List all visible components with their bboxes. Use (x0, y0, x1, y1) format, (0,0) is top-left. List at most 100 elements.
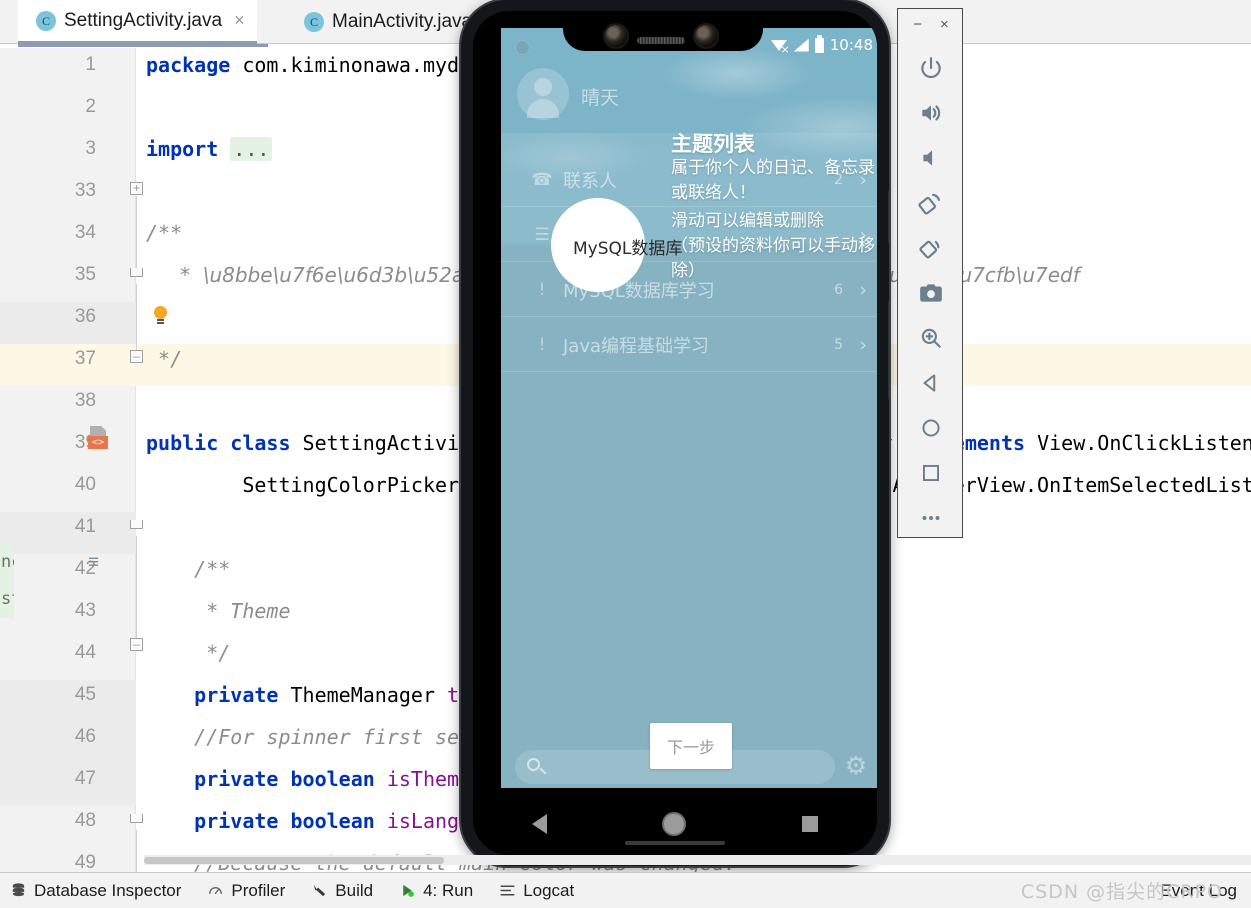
emulator-toolbar[interactable]: − × (897, 8, 963, 538)
fold-collapse-icon[interactable] (130, 520, 143, 529)
status-item-profiler[interactable]: Profiler (207, 881, 285, 901)
minimize-icon[interactable]: − (913, 16, 922, 33)
power-icon[interactable] (898, 45, 964, 90)
editor-horizontal-scrollbar[interactable] (144, 855, 1251, 865)
rotate-left-icon[interactable] (898, 180, 964, 225)
fold-expand-icon[interactable]: + (130, 182, 143, 195)
status-item-label: Database Inspector (34, 880, 182, 900)
back-icon[interactable] (898, 360, 964, 405)
line-number: 36 (74, 306, 96, 327)
tutorial-line-2: 滑动可以编辑或删除 (671, 211, 824, 231)
front-camera-punch (515, 40, 530, 55)
rotate-right-icon[interactable] (898, 225, 964, 270)
drawer-item-java[interactable]: ! Java编程基础学习 5 › (501, 318, 877, 372)
line-number: 47 (74, 768, 96, 789)
code-line: /** (146, 557, 231, 581)
override-method-icon[interactable]: ≡ (88, 552, 110, 574)
status-item-database-inspector[interactable]: Database Inspector (10, 881, 181, 901)
line-number: 42 (74, 558, 96, 579)
tutorial-next-button[interactable]: 下一步 (650, 723, 732, 769)
line-number: 41 (74, 516, 96, 537)
camera-icon[interactable] (898, 270, 964, 315)
overview-icon[interactable] (898, 450, 964, 495)
fold-collapse-icon[interactable] (130, 268, 143, 277)
code-line: import ... (146, 128, 273, 170)
emulator-window-controls: − × (898, 9, 964, 39)
tab-label: SettingActivity.java (64, 9, 223, 31)
status-item-run[interactable]: 4: Run (399, 881, 473, 901)
watermark: CSDN @指尖的CRPO (1020, 881, 1223, 903)
fold-collapse-icon[interactable] (130, 814, 143, 823)
intention-bulb-icon[interactable] (152, 306, 170, 324)
phone-icon: ☎ (531, 169, 553, 190)
gutter-fold-strip (136, 48, 144, 872)
database-icon (12, 883, 25, 897)
spotlight-label: MySQL数据库学习 (573, 239, 683, 259)
drawer-item-count: 6 (834, 281, 843, 298)
clock-label: 10:48 (829, 36, 873, 54)
close-icon[interactable]: × (940, 16, 949, 33)
line-number: 40 (74, 474, 96, 495)
android-emulator-window[interactable]: 晴天 ☎ 联系人 2 › ☰ 心情日记 › ! MySQL数据库学习 (461, 0, 889, 866)
back-icon[interactable] (531, 814, 547, 834)
zoom-icon[interactable] (898, 315, 964, 360)
close-icon[interactable]: × (234, 10, 245, 31)
fold-guide-line (136, 536, 137, 638)
run-class-icon[interactable]: <> (88, 426, 112, 450)
line-number: 45 (74, 684, 96, 705)
home-icon[interactable] (898, 405, 964, 450)
build-icon (314, 884, 326, 897)
line-number: 38 (74, 390, 96, 411)
tutorial-line-1: 属于你个人的日记、备忘录或联络人！ (671, 158, 875, 203)
chevron-right-icon: › (859, 278, 867, 301)
volume-up-icon[interactable] (898, 90, 964, 135)
scrollbar-thumb[interactable] (144, 857, 444, 864)
fold-end-icon[interactable]: – (130, 350, 143, 363)
line-number: 46 (74, 726, 96, 747)
tab-setting-activity[interactable]: C SettingActivity.java × (18, 0, 257, 44)
status-item-build[interactable]: Build (311, 881, 373, 901)
drawer-item-label: Java编程基础学习 (563, 335, 710, 357)
android-navigation-bar[interactable] (473, 793, 877, 855)
ide-status-bar: Database Inspector Profiler Build 4: Run… (0, 872, 1251, 908)
line-number: 33 (74, 180, 96, 201)
status-item-logcat[interactable]: Logcat (499, 881, 574, 901)
battery-icon (814, 34, 824, 53)
chevron-right-icon: › (859, 333, 867, 356)
profiler-icon (209, 887, 223, 895)
front-camera-icon (695, 25, 717, 47)
code-line: * Theme (146, 599, 291, 623)
class-icon: C (304, 12, 324, 32)
code-line: /** (146, 221, 183, 245)
home-icon[interactable] (664, 814, 685, 834)
line-number: 1 (85, 54, 96, 75)
code-line: */ (146, 641, 231, 665)
run-icon (403, 884, 414, 897)
recents-icon[interactable] (802, 816, 819, 832)
status-item-label: Logcat (523, 880, 575, 900)
emulator-device-frame: 晴天 ☎ 联系人 2 › ☰ 心情日记 › ! MySQL数据库学习 (473, 11, 877, 855)
power-side-button[interactable] (888, 190, 889, 244)
drawer-item-count: 5 (834, 336, 843, 353)
tutorial-spotlight-circle: MySQL数据库学习 (551, 198, 683, 292)
gear-icon[interactable]: ⚙ (843, 753, 869, 779)
display-notch (563, 11, 763, 51)
status-item-label: Build (335, 880, 374, 900)
inspection-popup-fragment: ncst (0, 544, 14, 618)
note-icon: ! (538, 279, 546, 300)
volume-side-button[interactable] (888, 300, 889, 400)
tutorial-title: 主题列表 (671, 132, 755, 156)
more-icon[interactable] (898, 495, 964, 540)
line-number: 2 (85, 96, 96, 117)
line-number: 34 (74, 222, 96, 243)
emulator-screen[interactable]: 晴天 ☎ 联系人 2 › ☰ 心情日记 › ! MySQL数据库学习 (501, 28, 877, 788)
line-number: 48 (74, 810, 96, 831)
avatar[interactable] (517, 68, 569, 120)
line-number: 44 (74, 642, 96, 663)
rear-camera-icon (605, 25, 627, 47)
fold-end-icon[interactable]: – (130, 638, 143, 651)
line-number: 43 (74, 600, 96, 621)
username-label: 晴天 (581, 87, 620, 109)
phone-status-bar: 10:48 (770, 34, 873, 56)
volume-down-icon[interactable] (898, 135, 964, 180)
